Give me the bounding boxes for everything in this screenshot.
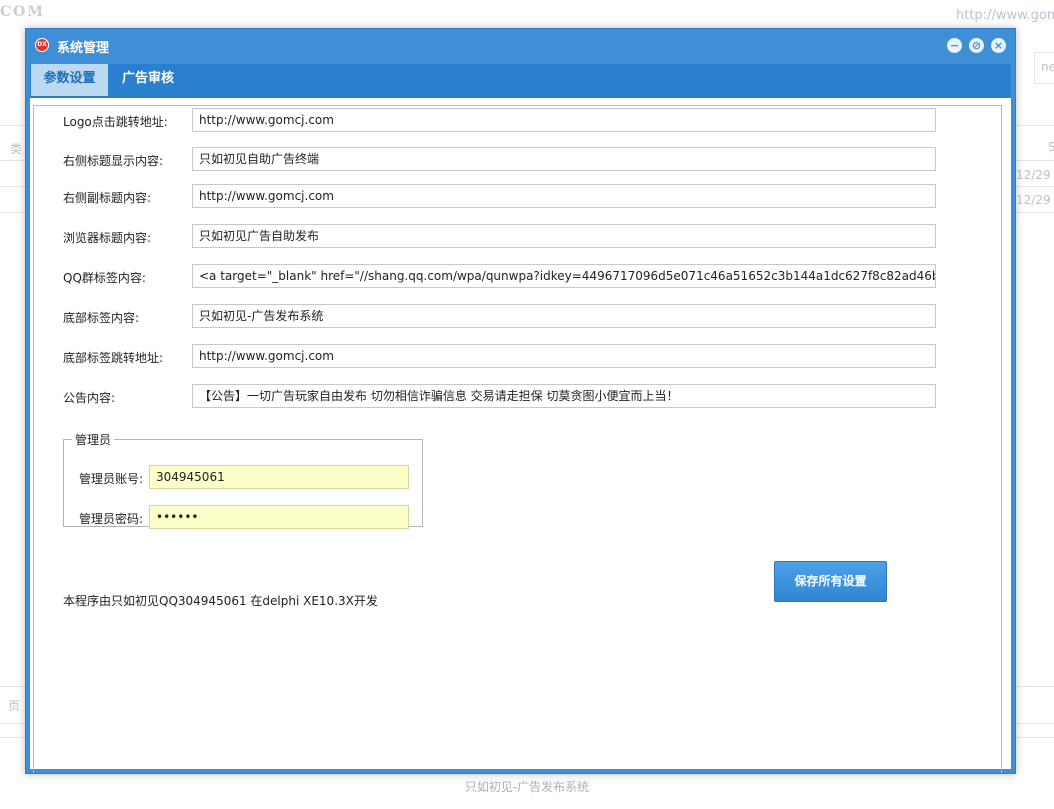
admin-password-input[interactable]: •••••• [149,505,409,529]
footer-tag-input[interactable]: 只如初见-广告发布系统 [192,304,936,328]
tab-parameter-settings[interactable]: 参数设置 [31,64,108,96]
bg-footer: 只如初见-广告发布系统 [464,780,590,794]
setting-label: 浏览器标题内容: [63,231,152,245]
admin-group: 管理员 管理员账号: 304945061 管理员密码: •••••• [63,431,423,529]
right-title-input[interactable]: 只如初见自助广告终端 [192,147,936,171]
logo-url-input[interactable]: http://www.gomcj.com [192,108,936,132]
bg-search-input: ne [1034,52,1054,84]
setting-row-right-subtitle: 右侧副标题内容: http://www.gomcj.com [34,184,994,208]
settings-panel: Logo点击跳转地址: http://www.gomcj.com 右侧标题显示内… [30,96,1011,773]
bg-row-date: 12/29 1 [1016,168,1054,182]
browser-title-input[interactable]: 只如初见广告自助发布 [192,224,936,248]
app-logo-icon: DX [35,38,49,52]
tab-ad-review[interactable]: 广告审核 [108,64,188,96]
window-titlebar[interactable]: DX 系统管理 − ⊘ × [26,29,1015,63]
close-icon[interactable]: × [991,38,1006,53]
setting-label: 底部标签内容: [63,311,140,325]
admin-account-label: 管理员账号: [79,472,144,486]
setting-row-browser-title: 浏览器标题内容: 只如初见广告自助发布 [34,224,994,248]
admin-password-label: 管理员密码: [79,512,144,526]
setting-label: 右侧标题显示内容: [63,154,164,168]
setting-label: QQ群标签内容: [63,271,146,285]
setting-row-footer-tag: 底部标签内容: 只如初见-广告发布系统 [34,304,994,328]
setting-row-qq-group: QQ群标签内容: <a target="_blank" href="//shan… [34,264,994,288]
bg-column-header-right: S [1048,140,1054,154]
admin-password-row: 管理员密码: •••••• [64,505,414,529]
system-settings-window: DX 系统管理 − ⊘ × 参数设置 广告审核 Logo点击跳转地址: http… [25,28,1016,774]
setting-row-footer-url: 底部标签跳转地址: http://www.gomcj.com [34,344,994,368]
bg-logo: COM [0,4,45,20]
setting-label: 底部标签跳转地址: [63,351,164,365]
settings-frame: Logo点击跳转地址: http://www.gomcj.com 右侧标题显示内… [33,105,1002,773]
restore-icon[interactable]: ⊘ [969,38,984,53]
setting-label: 公告内容: [63,391,116,405]
window-title: 系统管理 [57,41,110,56]
setting-row-logo-url: Logo点击跳转地址: http://www.gomcj.com [34,108,994,132]
qq-group-tag-input[interactable]: <a target="_blank" href="//shang.qq.com/… [192,264,936,288]
save-all-settings-button[interactable]: 保存所有设置 [774,561,887,602]
setting-label: 右侧副标题内容: [63,191,152,205]
admin-account-input[interactable]: 304945061 [149,465,409,489]
right-subtitle-input[interactable]: http://www.gomcj.com [192,184,936,208]
bg-row-date: 12/29 1 [1016,193,1054,207]
admin-account-row: 管理员账号: 304945061 [64,465,414,489]
admin-group-legend: 管理员 [75,433,112,447]
bg-url: http://www.gom [956,8,1054,23]
minimize-icon[interactable]: − [947,38,962,53]
announcement-input[interactable]: 【公告】一切广告玩家自由发布 切勿相信诈骗信息 交易请走担保 切莫贪图小便宜而上… [192,384,936,408]
footer-url-input[interactable]: http://www.gomcj.com [192,344,936,368]
setting-row-right-title: 右侧标题显示内容: 只如初见自助广告终端 [34,147,994,171]
bg-column-header-left: 类 [10,142,23,156]
setting-label: Logo点击跳转地址: [63,115,168,129]
setting-row-announcement: 公告内容: 【公告】一切广告玩家自由发布 切勿相信诈骗信息 交易请走担保 切莫贪… [34,384,994,408]
tab-bar: 参数设置 广告审核 [30,64,1011,96]
developer-note: 本程序由只如初见QQ304945061 在delphi XE10.3X开发 [63,594,378,608]
